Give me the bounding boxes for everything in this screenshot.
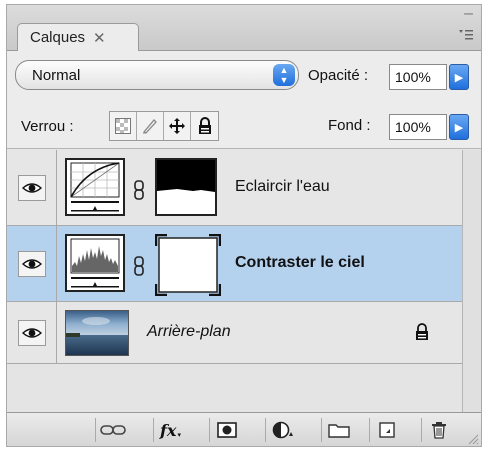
background-image-thumbnail[interactable]	[65, 310, 129, 356]
layer-row[interactable]: Contraster le ciel	[7, 226, 462, 302]
blend-row: Normal ▲ ▼ Opacité : 100% ▶	[7, 51, 481, 103]
chain-link-icon[interactable]	[133, 180, 145, 205]
opacity-slider-button[interactable]: ▶	[449, 64, 469, 90]
blend-mode-select[interactable]: Normal ▲ ▼	[15, 60, 299, 90]
layers-scrollbar[interactable]	[462, 150, 481, 412]
eye-icon[interactable]	[17, 174, 46, 201]
fill-input[interactable]: 100%	[389, 114, 447, 140]
new-group-icon[interactable]	[321, 418, 355, 442]
layers-panel: Calques ✕ – Normal ▲ ▼ Opacité : 100% ▶ V…	[6, 4, 482, 447]
lock-label: Verrou :	[21, 118, 74, 135]
layer-name[interactable]: Arrière-plan	[147, 323, 231, 341]
chain-link-icon[interactable]	[133, 256, 145, 281]
select-arrows-icon: ▲ ▼	[273, 64, 295, 86]
panel-menu-icon[interactable]	[459, 29, 473, 43]
levels-thumbnail-icon[interactable]	[65, 234, 125, 292]
tab-calques[interactable]: Calques ✕	[17, 23, 139, 51]
collapse-icon[interactable]: –	[464, 6, 473, 22]
layer-row[interactable]: Arrière-plan	[7, 302, 462, 364]
fill-slider-button[interactable]: ▶	[449, 114, 469, 140]
dropdown-indicator-icon: ▾	[177, 432, 181, 439]
lock-icon	[415, 323, 429, 344]
layer-mask-thumbnail[interactable]	[155, 158, 217, 216]
opacity-label: Opacité :	[308, 67, 369, 84]
eye-icon[interactable]	[17, 250, 46, 277]
tab-label: Calques	[30, 29, 86, 46]
blend-mode-value: Normal	[32, 66, 81, 84]
fill-label: Fond :	[328, 117, 371, 134]
lock-all-icon[interactable]	[191, 112, 218, 140]
lock-position-icon[interactable]	[164, 112, 191, 140]
fx-label: fx	[160, 420, 177, 440]
close-icon[interactable]: ✕	[93, 29, 106, 47]
visibility-cell	[7, 226, 57, 301]
layer-mask-thumbnail[interactable]	[154, 233, 222, 297]
lock-transparent-pixels-icon[interactable]	[110, 112, 137, 140]
visibility-cell	[7, 302, 57, 363]
panel-titlebar: Calques ✕ –	[7, 5, 481, 51]
visibility-cell	[7, 150, 57, 225]
layer-name[interactable]: Eclaircir l'eau	[235, 178, 330, 196]
eye-icon[interactable]	[17, 319, 46, 346]
trash-icon[interactable]	[421, 418, 455, 442]
layer-name[interactable]: Contraster le ciel	[235, 254, 365, 272]
lock-buttons	[109, 111, 219, 141]
fx-icon[interactable]: fx ▾	[153, 418, 187, 442]
resize-grip-icon[interactable]	[467, 432, 479, 445]
lock-row: Verrou : Fond: 100% ▶	[7, 103, 481, 149]
layers-toolbar: fx ▾	[7, 412, 481, 446]
curves-thumbnail-icon[interactable]	[65, 158, 125, 216]
link-layers-icon[interactable]	[95, 418, 129, 442]
new-layer-icon[interactable]	[369, 418, 403, 442]
lock-image-pixels-icon[interactable]	[137, 112, 164, 140]
layer-row[interactable]: Eclaircir l'eau	[7, 150, 462, 226]
layers-list: Eclaircir l'eau Contraster le ciel Arriè…	[7, 150, 462, 412]
adjustment-layer-icon[interactable]	[265, 418, 299, 442]
add-mask-icon[interactable]	[209, 418, 243, 442]
opacity-input[interactable]: 100%	[389, 64, 447, 90]
